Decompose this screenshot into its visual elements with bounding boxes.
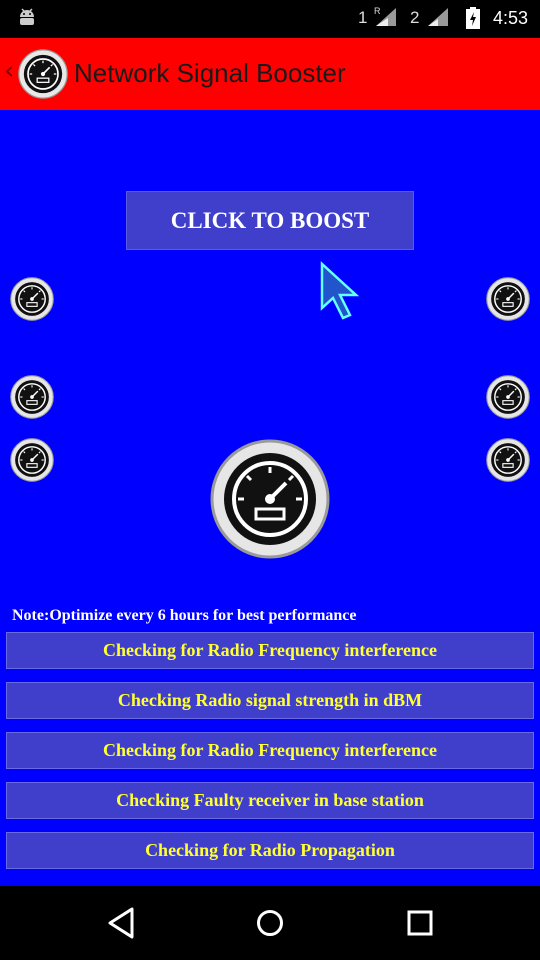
speedometer-icon xyxy=(486,277,530,321)
navigation-bar xyxy=(0,886,540,960)
boost-button[interactable]: CLICK TO BOOST xyxy=(126,191,414,250)
speedometer-icon xyxy=(486,438,530,482)
check-item: Checking for Radio Propagation xyxy=(6,832,534,869)
main-content: CLICK TO BOOST Note:Optimize every 6 hou… xyxy=(0,110,540,886)
sim1-signal: 1 R xyxy=(358,6,398,28)
speedometer-icon xyxy=(10,438,54,482)
nav-back-icon[interactable] xyxy=(106,906,136,945)
sim2-label: 2 xyxy=(410,8,420,27)
check-item: Checking Faulty receiver in base station xyxy=(6,782,534,819)
clock: 4:53 xyxy=(493,8,529,28)
app-title: Network Signal Booster xyxy=(74,58,346,88)
speedometer-icon[interactable] xyxy=(210,439,330,559)
status-bar: 1 R 2 4:53 xyxy=(0,0,540,38)
check-item: Checking for Radio Frequency interferenc… xyxy=(6,632,534,669)
note-text: Note:Optimize every 6 hours for best per… xyxy=(12,607,357,624)
nav-home-icon[interactable] xyxy=(255,906,285,945)
nav-recents-icon[interactable] xyxy=(405,906,435,945)
speedometer-icon xyxy=(486,375,530,419)
svg-text:R: R xyxy=(374,6,381,16)
sim2-signal: 2 xyxy=(410,6,450,28)
mouse-cursor-icon xyxy=(316,260,362,329)
back-arrow-icon[interactable]: ‹ xyxy=(4,56,14,86)
signal-strength-icon: R xyxy=(374,6,397,26)
app-bar: ‹ Network Signal Booster xyxy=(0,38,540,110)
check-item: Checking Radio signal strength in dBM xyxy=(6,682,534,719)
app-logo[interactable] xyxy=(18,49,68,104)
speedometer-icon xyxy=(10,375,54,419)
signal-strength-icon xyxy=(428,8,449,26)
speedometer-icon xyxy=(18,49,68,99)
android-icon xyxy=(18,8,36,33)
battery-charging-icon xyxy=(466,7,480,34)
check-item: Checking for Radio Frequency interferenc… xyxy=(6,732,534,769)
sim1-label: 1 xyxy=(358,8,368,27)
speedometer-icon xyxy=(10,277,54,321)
